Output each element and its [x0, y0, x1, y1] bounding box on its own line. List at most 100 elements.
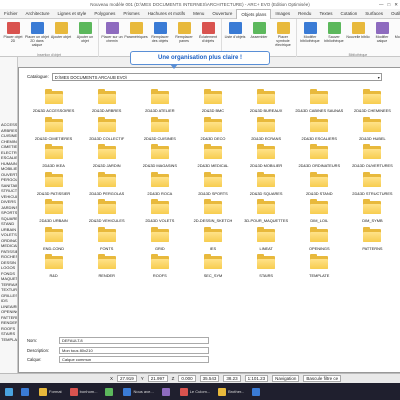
filter-field[interactable]: Bascule filtre ce	[303, 375, 342, 382]
folder-item[interactable]: 2D&3D VOLETS	[133, 196, 186, 224]
folder-item[interactable]: 2D&3D ROCA	[133, 169, 186, 197]
folder-item[interactable]: SEC_SYM	[186, 251, 239, 279]
chevron-down-icon[interactable]: ▾	[378, 74, 380, 81]
folder-item[interactable]: IES	[186, 224, 239, 252]
taskbar-item[interactable]: Le Culom...	[177, 385, 213, 398]
folder-item[interactable]: 2D&3D HUBEL	[346, 114, 399, 142]
modifier-sous-objets-button[interactable]: Modifier sous-objets	[394, 20, 400, 57]
field-value[interactable]: Calque commun	[59, 356, 209, 363]
folder-item[interactable]: 3D-POUR_MAQUETTES	[240, 196, 293, 224]
left-panel-item[interactable]: LOGOS	[1, 265, 17, 271]
folder-item[interactable]: 2D&3D SQUARES	[240, 169, 293, 197]
left-panel-item[interactable]: DIVERS	[1, 199, 17, 205]
folder-item[interactable]: 2D&3D CIMETIERES	[27, 114, 80, 142]
folder-item[interactable]: 2D&3D ATELIER	[133, 86, 186, 114]
mode-select[interactable]: Navigation	[272, 375, 300, 382]
left-panel-item[interactable]: RENDER	[1, 320, 17, 326]
folder-item[interactable]: FONTS	[80, 224, 133, 252]
placer-un-objet-2d-dans-calque-button[interactable]: Placer un objet 2D dans calque	[25, 20, 49, 57]
folder-item[interactable]: 2D&3D CABINES SAUNAS	[293, 86, 346, 114]
folder-item[interactable]: 2D&3D BUREAUX	[240, 86, 293, 114]
ajouter-objet-button[interactable]: Ajouter objet	[49, 20, 73, 57]
taskbar-item[interactable]: Brother...	[215, 385, 247, 398]
scale-field[interactable]: 1:101.23	[244, 375, 269, 382]
folder-item[interactable]: RENDER	[80, 251, 133, 279]
left-panel-item[interactable]: VOLETS	[1, 232, 17, 238]
tab-objets-plans[interactable]: Objets plans	[236, 8, 272, 19]
taskbar-item[interactable]	[18, 385, 34, 398]
left-panel-item[interactable]: OPENINGS	[1, 309, 17, 315]
taskbar-item[interactable]: Nous ave...	[120, 385, 156, 398]
left-panel-item[interactable]: CIMETIERES	[1, 144, 17, 150]
folder-item[interactable]: 2D&3D VEHICULES	[80, 196, 133, 224]
y-coordinate[interactable]: 21.997	[147, 375, 168, 382]
folder-item[interactable]: 2D&3D CHEMINEES	[346, 86, 399, 114]
taskbar-item[interactable]: bonhom...	[67, 385, 101, 398]
nouvelle-biblio-button[interactable]: Nouvelle biblio	[346, 20, 370, 57]
left-panel-item[interactable]: CUISINES	[1, 133, 17, 139]
folder-item[interactable]: 2D&3D MOBILIER	[240, 141, 293, 169]
tab-prismes[interactable]: Prismes	[119, 9, 143, 19]
folder-item[interactable]: 2D&3D JARDIN	[80, 141, 133, 169]
field-value[interactable]: Mon tous 80x210	[59, 347, 209, 354]
folder-item[interactable]: 2D&3D DECO	[186, 114, 239, 142]
folder-item[interactable]: 2D&3D BMC	[186, 86, 239, 114]
folder-item[interactable]: 2D&3D OUVERTURES	[346, 141, 399, 169]
tab-textes[interactable]: Textes	[315, 9, 336, 19]
left-panel-item[interactable]: ROCHES	[1, 254, 17, 260]
z-coordinate[interactable]: 0.000	[178, 375, 196, 382]
taskbar-item[interactable]: Format	[36, 385, 65, 398]
sauver-biblioth-que-button[interactable]: Sauver bibliothèque	[322, 20, 346, 57]
tab-outils[interactable]: Outils	[387, 9, 400, 19]
folder-item[interactable]: END-COND	[27, 224, 80, 252]
tab-cotation[interactable]: Cotation	[336, 9, 361, 19]
folder-item[interactable]: LINEAT	[240, 224, 293, 252]
left-panel-item[interactable]: SPORTS	[1, 210, 17, 216]
left-panel-item[interactable]: ACCESSOIRES	[1, 122, 17, 128]
folder-item[interactable]: 2D&3D MAGASINS	[133, 141, 186, 169]
folder-item[interactable]: PATTERNS	[346, 224, 399, 252]
taskbar-item[interactable]	[249, 385, 265, 398]
folder-item[interactable]: 2D&3D COLLECTIF	[80, 114, 133, 142]
folder-item[interactable]: 2D&3D ORDINATEURS	[293, 141, 346, 169]
tab-images[interactable]: Images	[271, 9, 294, 19]
placer-symbole-lectrique-button[interactable]: Placer symbole électrique	[271, 20, 295, 57]
tab-menu[interactable]: Menu	[189, 9, 208, 19]
field-value[interactable]: DEFAULT.8	[59, 337, 209, 344]
folder-item[interactable]: 2D&3D MEDICAL	[186, 141, 239, 169]
folder-item[interactable]: R&D	[27, 251, 80, 279]
ajouter-un-objet-button[interactable]: Ajouter un objet	[73, 20, 97, 57]
folder-item[interactable]: OPENINGS	[293, 224, 346, 252]
left-panel-item[interactable]: STAIRS	[1, 331, 17, 337]
folder-item[interactable]: DIM_SYMB	[346, 196, 399, 224]
folder-item[interactable]: 2D&3D PATISSIER	[27, 169, 80, 197]
folder-item[interactable]: GRID	[133, 224, 186, 252]
folder-item[interactable]: 2D&3D IKEA	[27, 141, 80, 169]
folder-item[interactable]: 2D&3D STRUCTURES	[346, 169, 399, 197]
folder-item[interactable]: 2D&3D CUISINES	[133, 114, 186, 142]
folder-item[interactable]: DIM_LOIL	[293, 196, 346, 224]
x-coordinate[interactable]: 27.919	[117, 375, 137, 382]
dx-value[interactable]: 35.543	[199, 375, 220, 382]
tab-polygones[interactable]: Polygones	[90, 9, 119, 19]
left-panel-item[interactable]: STRUCTURES	[1, 188, 17, 194]
folder-item[interactable]: TEMPLATE	[293, 251, 346, 279]
folder-item[interactable]: 2D-DESSIN_SKETCH	[186, 196, 239, 224]
folder-item[interactable]: ROOFS	[133, 251, 186, 279]
left-panel-item[interactable]: TEMPLATES	[1, 337, 17, 343]
folder-item[interactable]: 2D&3D SPORTS	[186, 169, 239, 197]
folder-item[interactable]: 2D&3D PERGOLAS	[80, 169, 133, 197]
left-panel-item[interactable]: ESCALIERS	[1, 155, 17, 161]
left-panel-item[interactable]: MAQUETTES	[1, 276, 17, 282]
folder-item[interactable]: 2D&3D STAND	[293, 169, 346, 197]
left-panel-item[interactable]: MOBILIER	[1, 166, 17, 172]
folder-item[interactable]: 2D&3D ECRANS	[240, 114, 293, 142]
tab-hachures-et-motifs[interactable]: Hachures et motifs	[144, 9, 190, 19]
modifier-calque-button[interactable]: Modifier calque	[370, 20, 394, 57]
folder-item[interactable]: 2D&3D ESCALIERS	[293, 114, 346, 142]
tab-rendu[interactable]: Rendu	[294, 9, 315, 19]
folder-item[interactable]: STAIRS	[240, 251, 293, 279]
tab-surfaces[interactable]: Surfaces	[361, 9, 387, 19]
folder-item[interactable]: 2D&3D ARBRES	[80, 86, 133, 114]
placer-objet-2d-button[interactable]: Placer objet 2D	[1, 20, 25, 57]
